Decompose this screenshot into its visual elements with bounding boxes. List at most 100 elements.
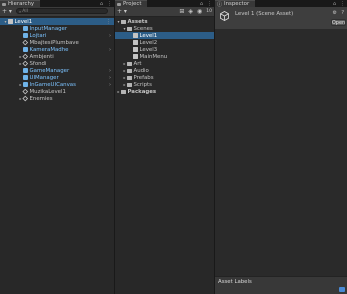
hierarchy-row-label: InputManager xyxy=(29,25,68,32)
hierarchy-row[interactable]: GameManager › xyxy=(0,67,114,74)
kebab-menu-icon[interactable]: ⋮ xyxy=(107,1,112,7)
gameobject-icon xyxy=(22,95,28,102)
list-icon xyxy=(2,2,6,6)
hierarchy-row-label: MbajtesiPlumbave xyxy=(29,39,79,46)
prefab-icon xyxy=(23,75,28,80)
project-row-label: Scenes xyxy=(133,25,153,32)
hierarchy-panel: Hierarchy ⌂ ⋮ + ▾ ⌕ All ▾ Level1 ⋮ InputMan… xyxy=(0,0,114,294)
tab-hierarchy[interactable]: Hierarchy xyxy=(0,0,41,7)
settings-icon[interactable]: ⚙ xyxy=(333,10,337,16)
tab-project[interactable]: Project xyxy=(115,0,148,7)
folder-icon xyxy=(121,19,126,24)
hierarchy-row-label: MuzikaLevel1 xyxy=(29,88,66,95)
folder-icon xyxy=(127,61,132,66)
open-prefab-chevron-icon[interactable]: › xyxy=(109,33,111,39)
hierarchy-row-label: Level1 xyxy=(14,18,33,25)
hierarchy-row[interactable]: KameraMadhe › xyxy=(0,46,114,53)
folder-icon xyxy=(127,68,132,73)
project-row[interactable]: ▾ Assets xyxy=(115,18,214,25)
scene-icon xyxy=(133,33,138,38)
lock-icon[interactable]: ⌂ xyxy=(100,1,103,7)
project-row[interactable]: Level2 xyxy=(115,39,214,46)
hierarchy-row-label: Sfondi xyxy=(29,60,47,67)
project-row[interactable]: ▸ Packages xyxy=(115,88,214,95)
inspector-tabbar: ⓘ Inspector ⌂ ⋮ xyxy=(215,0,347,8)
gameobject-icon xyxy=(22,39,28,46)
project-row[interactable]: Level1 xyxy=(115,32,214,39)
hierarchy-row[interactable]: ▸ Enemies xyxy=(0,95,114,102)
prefab-icon xyxy=(23,26,28,31)
project-row[interactable]: MainMenu xyxy=(115,53,214,60)
project-row-label: Audio xyxy=(133,67,149,74)
hierarchy-row-label: Enemies xyxy=(29,95,53,102)
folder-icon xyxy=(117,2,121,6)
scene-icon xyxy=(133,40,138,45)
prefab-icon xyxy=(23,68,28,73)
project-toolbar: + ▾ ⊞ ◈ ◉ 10 xyxy=(115,7,214,17)
lock-icon[interactable]: ⌂ xyxy=(200,1,203,7)
project-row-label: Packages xyxy=(127,88,157,95)
project-row[interactable]: ▸ Audio xyxy=(115,67,214,74)
project-row[interactable]: ▸ Prefabs xyxy=(115,74,214,81)
search-placeholder: All xyxy=(22,8,28,14)
scene-icon xyxy=(133,47,138,52)
help-icon[interactable]: ? xyxy=(341,10,344,16)
gameobject-icon xyxy=(22,88,28,95)
hierarchy-search-input[interactable]: ⌕ All xyxy=(16,8,108,14)
hierarchy-row[interactable]: UIManager › xyxy=(0,74,114,81)
tab-inspector[interactable]: ⓘ Inspector xyxy=(215,0,256,8)
project-row-label: Level3 xyxy=(139,46,158,53)
hierarchy-row[interactable]: ▸ InGameUICanvas › xyxy=(0,81,114,88)
prefab-icon xyxy=(23,82,28,87)
open-prefab-chevron-icon[interactable]: › xyxy=(109,82,111,88)
project-row-label: Prefabs xyxy=(133,74,154,81)
project-row-label: MainMenu xyxy=(139,53,168,60)
asset-title: Level 1 (Scene Asset) xyxy=(235,11,294,17)
scene-icon xyxy=(8,19,13,24)
gameobject-icon xyxy=(22,53,28,60)
hierarchy-row[interactable]: Lojtari › xyxy=(0,32,114,39)
gameobject-icon xyxy=(22,60,28,67)
hierarchy-row-label: InGameUICanvas xyxy=(29,81,76,88)
folder-icon xyxy=(127,75,132,80)
search-icon: ⌕ xyxy=(19,8,22,14)
add-button[interactable]: + ▾ xyxy=(2,8,12,15)
open-prefab-chevron-icon[interactable]: › xyxy=(109,68,111,74)
hierarchy-row-label: UIManager xyxy=(29,74,59,81)
hidden-count: 10 xyxy=(206,8,212,14)
row-menu-icon[interactable]: ⋮ xyxy=(106,19,111,25)
hierarchy-toolbar: + ▾ ⌕ All xyxy=(0,7,114,17)
create-button[interactable]: + ▾ xyxy=(117,8,127,15)
filter-icon[interactable]: ⊞ xyxy=(179,8,184,15)
hierarchy-row[interactable]: MuzikaLevel1 xyxy=(0,88,114,95)
hierarchy-row[interactable]: InputManager xyxy=(0,25,114,32)
hierarchy-row[interactable]: ▾ Level1 ⋮ xyxy=(0,18,114,25)
favorite-icon[interactable]: ◈ xyxy=(188,8,193,15)
folder-icon xyxy=(121,89,126,94)
project-row[interactable]: ▸ Scripts xyxy=(115,81,214,88)
label-tag-icon[interactable] xyxy=(339,287,345,292)
project-row[interactable]: ▾ Scenes xyxy=(115,25,214,32)
open-prefab-chevron-icon[interactable]: › xyxy=(109,47,111,53)
hierarchy-row[interactable]: MbajtesiPlumbave xyxy=(0,39,114,46)
kebab-menu-icon[interactable]: ⋮ xyxy=(207,1,212,7)
hierarchy-row-label: Lojtari xyxy=(29,32,47,39)
hierarchy-row[interactable]: ▸ Ambjenti xyxy=(0,53,114,60)
lock-icon[interactable]: ⌂ xyxy=(333,1,336,7)
visibility-icon[interactable]: ◉ xyxy=(197,8,202,15)
hierarchy-row-label: GameManager xyxy=(29,67,70,74)
unity-logo-icon xyxy=(220,11,229,21)
prefab-icon xyxy=(23,47,28,52)
project-row[interactable]: Level3 xyxy=(115,46,214,53)
project-row[interactable]: ▸ Art xyxy=(115,60,214,67)
hierarchy-row[interactable]: ▸ Sfondi xyxy=(0,60,114,67)
hierarchy-tabbar: Hierarchy ⌂ ⋮ xyxy=(0,0,114,7)
folder-icon xyxy=(127,82,132,87)
open-button[interactable]: Open xyxy=(331,19,346,26)
open-prefab-chevron-icon[interactable]: › xyxy=(109,75,111,81)
asset-labels-section: Asset Labels xyxy=(215,276,347,294)
inspector-panel: ⓘ Inspector ⌂ ⋮ Level 1 (Scene Asset) ? … xyxy=(215,0,347,294)
asset-labels-title: Asset Labels xyxy=(218,279,252,285)
project-panel: Project ⌂ ⋮ + ▾ ⊞ ◈ ◉ 10 ▾ Assets ▾ Scenes L… xyxy=(115,0,214,294)
kebab-menu-icon[interactable]: ⋮ xyxy=(340,1,345,7)
